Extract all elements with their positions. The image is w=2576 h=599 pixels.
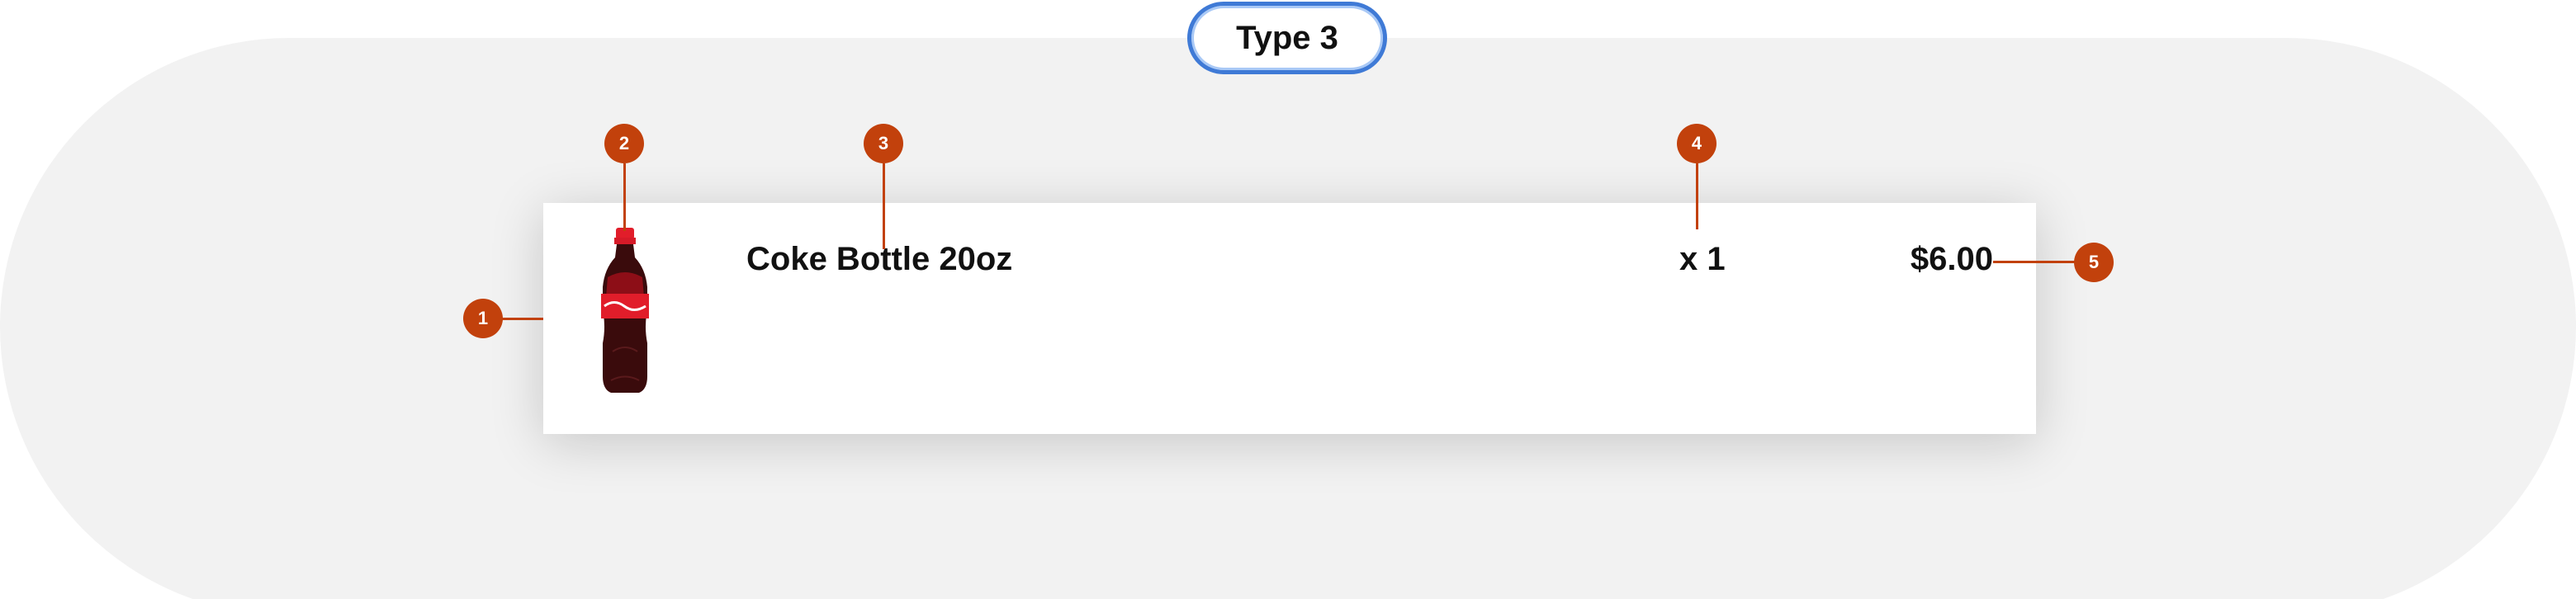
order-item-card[interactable]: Coke Bottle 20oz x 1 $6.00 xyxy=(543,203,2036,434)
callout-1-leader xyxy=(502,318,543,320)
canvas: Type 3 Coke Bottle 20oz x 1 $6.00 1 2 3 … xyxy=(0,0,2576,599)
callout-badge-2: 2 xyxy=(604,124,644,163)
price-value: $6.00 xyxy=(1910,241,1993,277)
callout-number-1: 1 xyxy=(477,308,489,328)
callout-number-2: 2 xyxy=(618,133,630,153)
callout-5-leader xyxy=(1993,261,2076,263)
callout-number-3: 3 xyxy=(878,133,889,153)
callout-badge-4: 4 xyxy=(1677,124,1717,163)
callout-badge-3: 3 xyxy=(864,124,903,163)
callout-number-5: 5 xyxy=(2088,252,2100,272)
callout-badge-1: 1 xyxy=(463,299,503,338)
quantity-value: x 1 xyxy=(1679,241,1726,277)
coke-bottle-image xyxy=(601,228,649,393)
callout-4-leader xyxy=(1696,163,1698,229)
product-name: Coke Bottle 20oz xyxy=(746,241,1013,277)
callout-badge-5: 5 xyxy=(2074,243,2114,282)
callout-number-4: 4 xyxy=(1691,133,1702,153)
type-label: Type 3 xyxy=(1236,19,1338,56)
type-label-pill: Type 3 xyxy=(1187,2,1387,74)
callout-3-leader xyxy=(883,163,885,249)
callout-2-leader xyxy=(623,163,626,231)
